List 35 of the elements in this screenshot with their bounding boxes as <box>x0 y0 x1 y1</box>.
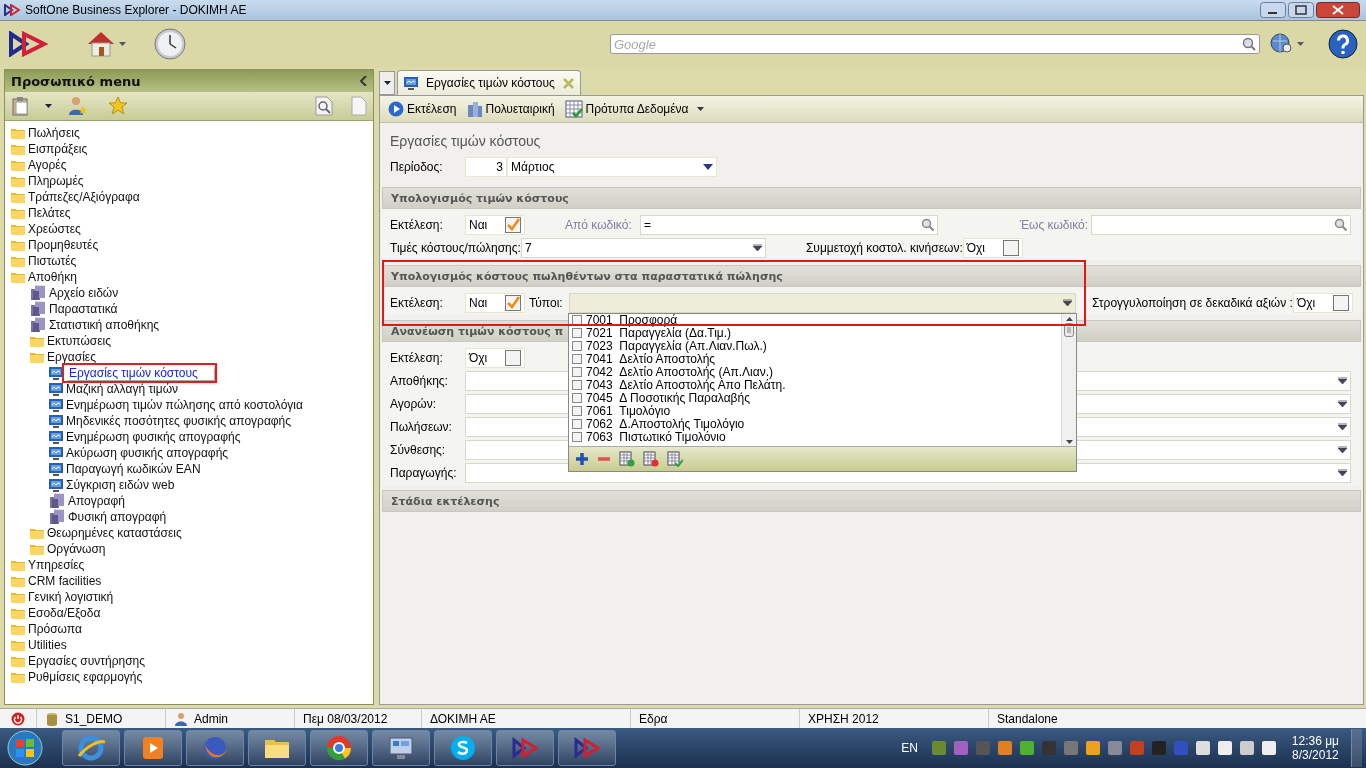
status-text: S1_DEMO <box>65 711 123 726</box>
field-label: Εκτέλεση: <box>390 217 444 232</box>
field-value: Ναι <box>469 295 488 310</box>
status-text: Εδρα <box>639 711 668 726</box>
field-value: Όχι <box>1296 295 1316 310</box>
field-value: Ναι <box>469 217 488 232</box>
section-header: Υπολογισμός τιμών κόστους <box>382 187 1361 209</box>
field-label: Τύποι: <box>529 295 564 310</box>
field-label: Στρογγυλοποίηση σε δεκαδικά αξιών : <box>1092 295 1293 310</box>
window-title: SoftOne Business Explorer - DOKIMH AE <box>25 3 248 17</box>
clock-date: 8/3/2012 <box>1292 748 1339 762</box>
field-label: Αγορών: <box>390 396 437 411</box>
panel-title: Προσωπικό menu <box>11 73 141 89</box>
status-text: Πεμ 08/03/2012 <box>303 711 388 726</box>
field-label: Αποθήκης: <box>390 373 449 388</box>
field-label: Έως κωδικό: <box>1018 217 1089 232</box>
status-text: ΧΡΗΣΗ 2012 <box>808 711 879 726</box>
field-label: Από κωδικό: <box>565 217 633 232</box>
clock-time: 12:36 μμ <box>1291 734 1339 748</box>
field-label: Τιμές κόστους/πώλησης: <box>390 240 521 255</box>
field-label: Εκτέλεση: <box>390 350 444 365</box>
field-label: Συμμετοχή κοστολ. κινήσεων: <box>805 240 963 255</box>
field-label: Σύνθεσης: <box>390 442 447 457</box>
section-header: Υπολογισμός κόστους πωληθέντων στα παραστατικά πώλησης <box>382 265 1361 287</box>
section-header: Στάδια εκτέλεσης <box>382 490 1361 512</box>
field-label: Εκτέλεση: <box>390 295 444 310</box>
field-value: Όχι <box>469 350 488 365</box>
form-title: Εργασίες τιμών κόστους <box>389 132 542 151</box>
field-value: Όχι <box>966 240 985 255</box>
field-label: Παραγωγής: <box>390 465 458 480</box>
status-text: Admin <box>194 711 228 726</box>
status-text: Standalone <box>997 711 1058 726</box>
status-text: ΔΟΚΙΜΗ ΑΕ <box>430 711 496 726</box>
field-label: Περίοδος: <box>390 160 444 174</box>
field-label: Πωλήσεων: <box>390 419 453 434</box>
